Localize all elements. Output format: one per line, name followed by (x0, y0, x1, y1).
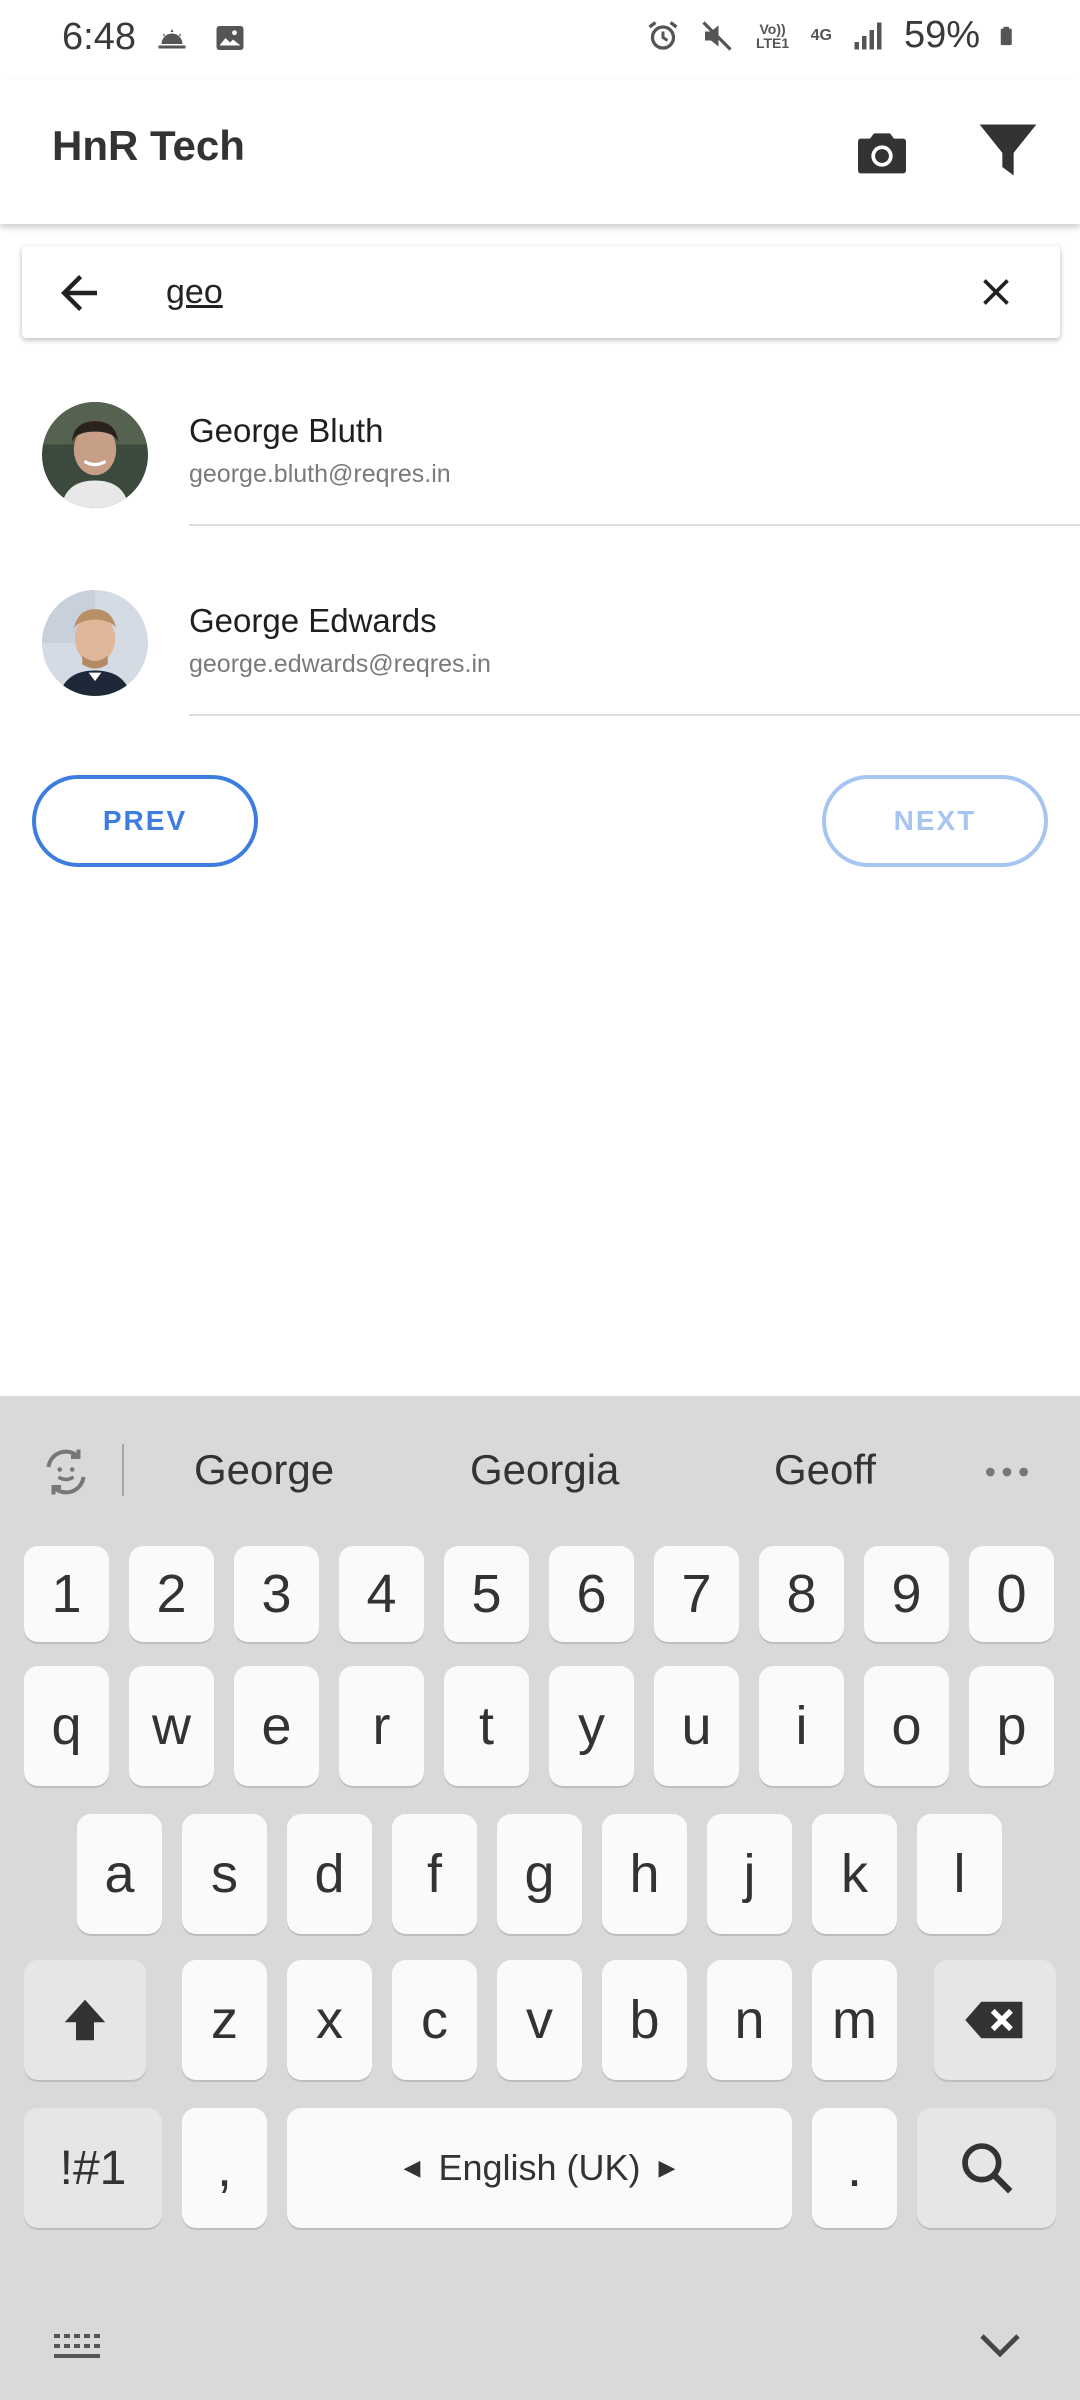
key-6[interactable]: 6 (549, 1546, 634, 1642)
app-bar: HnR Tech (0, 80, 1080, 224)
camera-icon[interactable] (850, 120, 914, 184)
key-q[interactable]: q (24, 1666, 109, 1786)
arrow-right-icon: ▶ (658, 2155, 676, 2180)
comma-key[interactable]: , (182, 2108, 267, 2228)
signal-icon (854, 22, 882, 49)
battery-icon (1000, 26, 1012, 45)
key-t[interactable]: t (444, 1666, 529, 1786)
backspace-icon (965, 2001, 1023, 2039)
keyboard: George Georgia Geoff 1 2 3 4 5 6 7 8 9 0… (0, 1396, 1080, 2400)
key-7[interactable]: 7 (654, 1546, 739, 1642)
alarm-icon (648, 20, 678, 50)
prev-button[interactable]: PREV (32, 775, 258, 867)
next-button[interactable]: NEXT (822, 775, 1048, 867)
filter-icon[interactable] (974, 116, 1042, 184)
divider (189, 714, 1080, 716)
key-z[interactable]: z (182, 1960, 267, 2080)
key-d[interactable]: d (287, 1814, 372, 1934)
key-f[interactable]: f (392, 1814, 477, 1934)
key-r[interactable]: r (339, 1666, 424, 1786)
backspace-key[interactable] (934, 1960, 1056, 2080)
space-label: English (UK) (438, 2147, 641, 2188)
4g-icon: 4G (810, 26, 832, 44)
key-l[interactable]: l (917, 1814, 1002, 1934)
key-b[interactable]: b (602, 1960, 687, 2080)
shift-icon (64, 1999, 106, 2041)
status-time: 6:48 (62, 16, 136, 58)
suggestion-2[interactable]: Georgia (470, 1446, 619, 1494)
battery-percent: 59% (903, 14, 980, 56)
shift-key[interactable] (24, 1960, 146, 2080)
key-h[interactable]: h (602, 1814, 687, 1934)
weather-icon (158, 29, 186, 49)
key-s[interactable]: s (182, 1814, 267, 1934)
volte-icon: Vo)) LTE1 (755, 20, 790, 51)
key-4[interactable]: 4 (339, 1546, 424, 1642)
period-key[interactable]: . (812, 2108, 897, 2228)
mute-icon (701, 20, 732, 51)
key-i[interactable]: i (759, 1666, 844, 1786)
contact-name: George Bluth (189, 412, 384, 449)
key-5[interactable]: 5 (444, 1546, 529, 1642)
arrow-left-icon: ◀ (403, 2155, 421, 2180)
key-3[interactable]: 3 (234, 1546, 319, 1642)
divider (189, 524, 1080, 526)
key-9[interactable]: 9 (864, 1546, 949, 1642)
status-bar: 6:48 Vo)) LTE1 4G 59% (0, 0, 1080, 80)
suggestion-separator (122, 1444, 124, 1496)
contact-email: george.bluth@reqres.in (189, 460, 451, 488)
search-input[interactable] (166, 262, 966, 322)
list-item[interactable]: George Edwards george.edwards@reqres.in (0, 528, 1080, 716)
key-g[interactable]: g (497, 1814, 582, 1934)
more-options-icon[interactable] (982, 1452, 1032, 1492)
symbols-key[interactable]: !#1 (24, 2108, 162, 2228)
key-j[interactable]: j (707, 1814, 792, 1934)
key-m[interactable]: m (812, 1960, 897, 2080)
list-item[interactable]: George Bluth george.bluth@reqres.in (0, 338, 1080, 526)
contact-email: george.edwards@reqres.in (189, 650, 491, 678)
suggestion-bar: George Georgia Geoff (0, 1396, 1080, 1546)
key-y[interactable]: y (549, 1666, 634, 1786)
key-2[interactable]: 2 (129, 1546, 214, 1642)
key-x[interactable]: x (287, 1960, 372, 2080)
keyboard-bottom-bar (0, 2300, 1080, 2400)
space-key[interactable]: ◀ English (UK) ▶ (287, 2108, 792, 2228)
key-u[interactable]: u (654, 1666, 739, 1786)
back-arrow-icon[interactable] (52, 266, 106, 320)
emoji-sync-icon[interactable] (36, 1442, 96, 1502)
avatar (42, 590, 148, 696)
key-a[interactable]: a (77, 1814, 162, 1934)
image-icon (216, 26, 244, 50)
key-n[interactable]: n (707, 1960, 792, 2080)
key-k[interactable]: k (812, 1814, 897, 1934)
search-bar (22, 246, 1060, 338)
key-1[interactable]: 1 (24, 1546, 109, 1642)
chevron-down-icon[interactable] (976, 2326, 1024, 2366)
app-title: HnR Tech (52, 122, 245, 169)
key-c[interactable]: c (392, 1960, 477, 2080)
suggestion-1[interactable]: George (194, 1446, 334, 1494)
key-8[interactable]: 8 (759, 1546, 844, 1642)
key-o[interactable]: o (864, 1666, 949, 1786)
search-key[interactable] (917, 2108, 1056, 2228)
key-p[interactable]: p (969, 1666, 1054, 1786)
key-v[interactable]: v (497, 1960, 582, 2080)
contact-name: George Edwards (189, 602, 437, 639)
key-w[interactable]: w (129, 1666, 214, 1786)
key-0[interactable]: 0 (969, 1546, 1054, 1642)
search-icon (961, 2143, 1012, 2194)
key-e[interactable]: e (234, 1666, 319, 1786)
suggestion-3[interactable]: Geoff (774, 1446, 876, 1494)
avatar (42, 402, 148, 508)
keyboard-switch-icon[interactable] (52, 2326, 104, 2366)
close-icon[interactable] (974, 270, 1018, 314)
